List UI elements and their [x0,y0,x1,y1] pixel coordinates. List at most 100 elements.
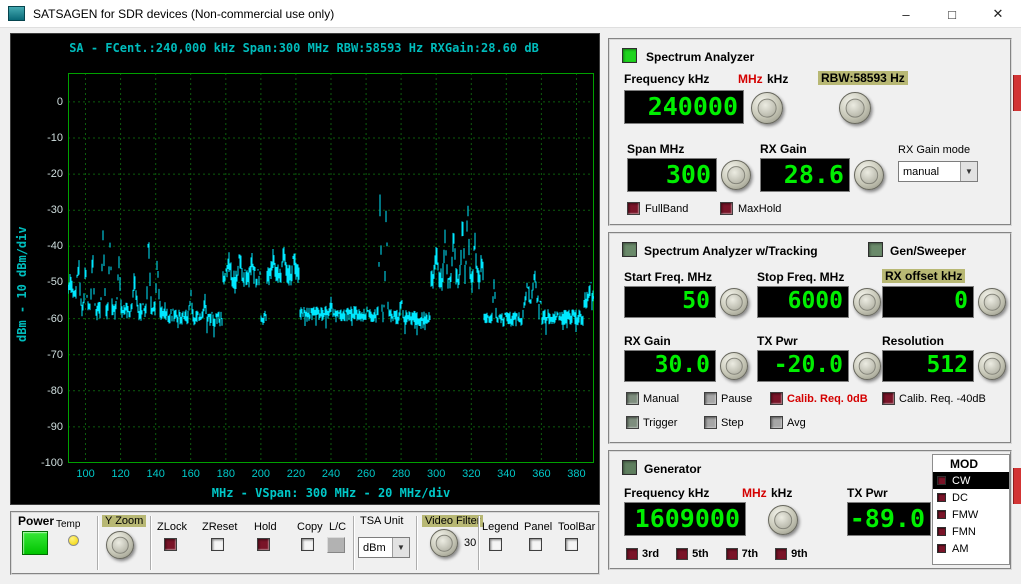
rx-offset-knob[interactable] [978,288,1006,316]
zreset-checkbox[interactable] [211,538,224,551]
mod-option-label: FMW [952,509,978,521]
mod-option-am[interactable]: AM [933,540,1009,557]
harmonic-5th: 5th [676,548,709,560]
video-filter-knob[interactable] [430,529,458,557]
zlock-checkbox[interactable] [164,538,177,551]
y-tick-label: -50 [27,276,63,288]
harmonic-label: 9th [791,548,808,560]
lc-button[interactable] [327,537,345,553]
mod-option-cw[interactable]: CW [933,472,1009,489]
rx-gain-mode-label: RX Gain mode [898,144,970,156]
sa-mhz-unit[interactable]: MHz [738,72,763,86]
gen-tx-pwr-display[interactable]: -89.0 [847,502,931,536]
resolution-knob[interactable] [978,352,1006,380]
maximize-button[interactable]: □ [929,0,975,28]
resolution-label: Resolution [882,334,944,348]
minimize-button[interactable]: – [883,0,929,28]
gen-khz-unit[interactable]: kHz [771,486,792,500]
gen-sweeper-label: Gen/Sweeper [890,244,966,258]
sa-khz-unit[interactable]: kHz [767,72,788,86]
calib-0db-checkbox[interactable] [770,392,783,405]
span-knob[interactable] [721,160,751,190]
stop-freq-knob[interactable] [853,288,881,316]
harmonic-9th-checkbox[interactable] [775,548,787,560]
manual-label: Manual [643,393,679,405]
toolbar-checkbox[interactable] [565,538,578,551]
fullband-checkbox[interactable] [627,202,640,215]
pause-checkbox[interactable] [704,392,717,405]
x-tick-label: 300 [421,468,451,480]
gen-mhz-unit[interactable]: MHz [742,486,767,500]
harmonic-5th-checkbox[interactable] [676,548,688,560]
rx-offset-display[interactable]: 0 [882,286,974,318]
tsa-unit-value: dBm [359,542,392,554]
calib-0db-label: Calib. Req. 0dB [787,393,868,405]
app-icon [8,6,25,21]
generator-panel-title: Generator [644,462,701,476]
stop-freq-label: Stop Freq. MHz [757,270,844,284]
maxhold-label: MaxHold [738,203,781,215]
dropdown-arrow-icon: ▼ [960,162,977,181]
tsa-unit-select[interactable]: dBm ▼ [358,537,410,558]
sa-active-indicator[interactable] [622,48,637,63]
rx-gain-mode-select[interactable]: manual ▼ [898,161,978,182]
x-tick-label: 280 [386,468,416,480]
pause-label: Pause [721,393,752,405]
tracking-rx-gain-display[interactable]: 30.0 [624,350,716,382]
mod-option-fmn[interactable]: FMN [933,523,1009,540]
spectrum-plot[interactable] [68,73,594,463]
panel-checkbox[interactable] [529,538,542,551]
gen-sweeper-indicator[interactable] [868,242,883,257]
generator-indicator[interactable] [622,460,637,475]
gen-frequency-knob[interactable] [768,505,798,535]
mod-option-dc[interactable]: DC [933,489,1009,506]
rx-gain-knob[interactable] [854,160,884,190]
close-button[interactable]: ✕ [975,0,1021,28]
harmonic-label: 5th [692,548,709,560]
x-tick-label: 100 [71,468,101,480]
tracking-tx-pwr-knob[interactable] [853,352,881,380]
hold-checkbox[interactable] [257,538,270,551]
gen-frequency-display[interactable]: 1609000 [624,502,746,536]
legend-checkbox[interactable] [489,538,502,551]
maxhold-checkbox[interactable] [720,202,733,215]
y-zoom-knob[interactable] [106,531,134,559]
step-checkbox[interactable] [704,416,717,429]
sa-panel-title: Spectrum Analyzer [646,50,754,64]
window-controls: – □ ✕ [883,0,1021,28]
mod-list: CWDC FMW FMNAM [933,472,1009,557]
frequency-knob[interactable] [751,92,783,124]
tracking-tx-pwr-display[interactable]: -20.0 [757,350,849,382]
copy-checkbox[interactable] [301,538,314,551]
rx-gain-display[interactable]: 28.6 [760,158,850,192]
avg-checkbox[interactable] [770,416,783,429]
y-tick-label: -10 [27,132,63,144]
mod-option-fmw[interactable]: FMW [933,506,1009,523]
avg-label: Avg [787,417,806,429]
harmonic-3rd-checkbox[interactable] [626,548,638,560]
power-button[interactable] [22,531,48,555]
stop-freq-display[interactable]: 6000 [757,286,849,318]
trigger-checkbox[interactable] [626,416,639,429]
tracking-indicator[interactable] [622,242,637,257]
sa-rx-gain-label: RX Gain [760,142,807,156]
fullband-label: FullBand [645,203,688,215]
frequency-display[interactable]: 240000 [624,90,744,124]
x-tick-label: 240 [316,468,346,480]
harmonic-label: 7th [742,548,759,560]
calib-40db-label: Calib. Req. -40dB [899,393,986,405]
rbw-knob[interactable] [839,92,871,124]
tracking-rx-gain-knob[interactable] [720,352,748,380]
manual-checkbox[interactable] [626,392,639,405]
start-freq-knob[interactable] [720,288,748,316]
resolution-display[interactable]: 512 [882,350,974,382]
span-display[interactable]: 300 [627,158,717,192]
toolbar-toggle-label: ToolBar [558,521,595,533]
external-window-artifact-bottom [1013,468,1021,504]
step-label: Step [721,417,744,429]
start-freq-display[interactable]: 50 [624,286,716,318]
harmonic-9th: 9th [775,548,808,560]
y-tick-label: 0 [27,96,63,108]
calib-40db-checkbox[interactable] [882,392,895,405]
harmonic-7th-checkbox[interactable] [726,548,738,560]
